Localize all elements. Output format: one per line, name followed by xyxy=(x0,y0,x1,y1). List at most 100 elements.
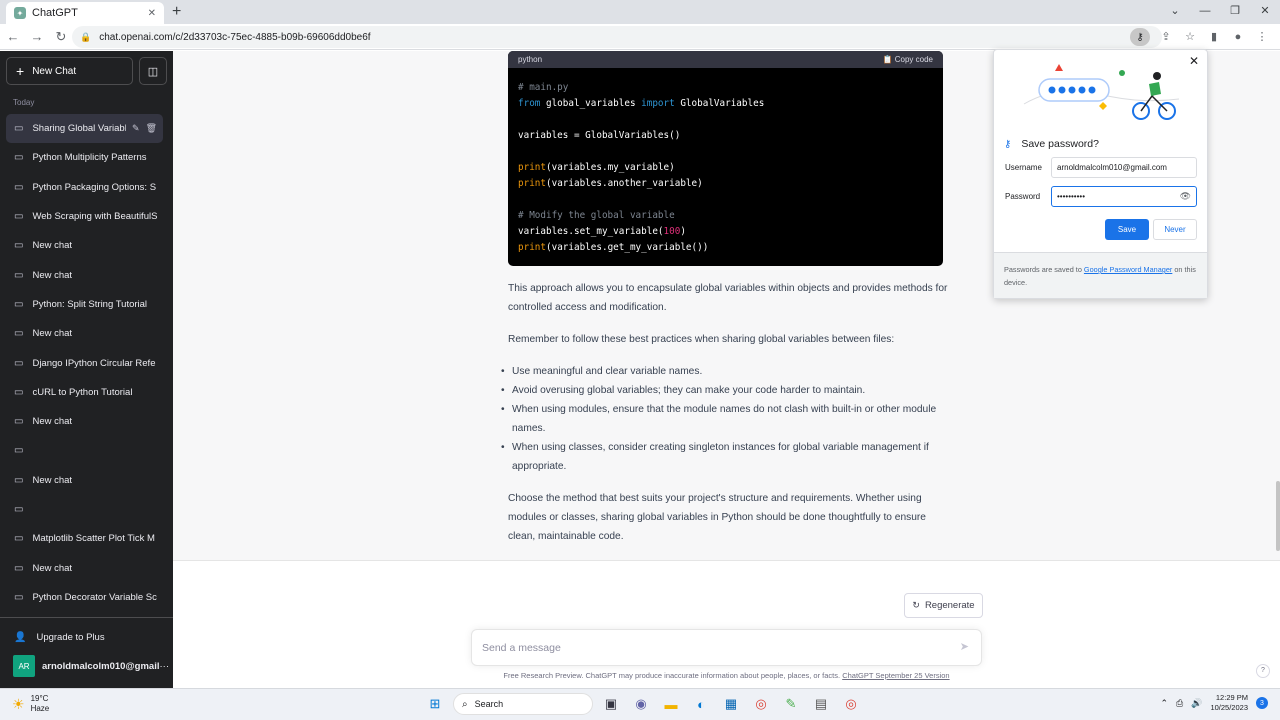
taskbar-search[interactable]: ⌕ Search xyxy=(453,693,593,715)
chat-history-item[interactable]: ▭ Web Scraping with BeautifulS xyxy=(6,202,163,231)
chat-history-item[interactable]: ▭ Python Packaging Options: S xyxy=(6,173,163,202)
network-icon[interactable]: ⎙ xyxy=(1176,698,1183,709)
bookmark-star-icon[interactable]: ☆ xyxy=(1182,27,1198,47)
profile-icon[interactable]: ● xyxy=(1230,27,1246,47)
delete-trash-icon[interactable]: 🗑 xyxy=(146,123,157,134)
close-window-icon[interactable]: ✕ xyxy=(1250,0,1280,24)
search-icon: ⌕ xyxy=(462,698,468,710)
chat-history-label: New chat xyxy=(32,240,73,252)
user-account-button[interactable]: AR arnoldmalcolm010@gmail.com ··· xyxy=(0,651,173,681)
side-panel-icon[interactable]: ▮ xyxy=(1206,27,1222,47)
file-explorer-icon[interactable]: ▬ xyxy=(659,692,683,716)
chrome-active-icon[interactable]: ◎ xyxy=(839,692,863,716)
windows-taskbar: ☀ 19°C Haze ⊞ ⌕ Search ▣ ◉ ▬ ◐ ▦ ◎ ✎ ▤ ◎… xyxy=(0,688,1280,720)
upgrade-to-plus-button[interactable]: 👤 Upgrade to Plus xyxy=(0,623,173,651)
edit-pencil-icon[interactable]: ✎ xyxy=(132,123,140,134)
refresh-icon: ↻ xyxy=(912,600,920,610)
version-link[interactable]: ChatGPT September 25 Version xyxy=(842,671,949,680)
best-practices-list: Use meaningful and clear variable names.… xyxy=(501,362,948,476)
upgrade-label: Upgrade to Plus xyxy=(36,631,105,643)
chat-history-item[interactable]: ▭ New chat xyxy=(6,231,163,260)
chat-history-item[interactable]: ▭ New chat xyxy=(6,407,163,436)
store-icon[interactable]: ▦ xyxy=(719,692,743,716)
regenerate-button[interactable]: ↻ Regenerate xyxy=(904,593,983,618)
send-icon[interactable]: ➤ xyxy=(960,640,969,653)
chat-history-item[interactable]: ▭ New chat xyxy=(6,553,163,582)
address-bar[interactable]: 🔒 chat.openai.com/c/2d33703c-75ec-4885-b… xyxy=(72,26,1162,48)
tab-search-icon[interactable]: ⌄ xyxy=(1160,0,1190,24)
menu-dots-icon[interactable]: ⋮ xyxy=(1254,27,1270,47)
chat-bubble-icon: ▭ xyxy=(14,591,24,603)
minimize-icon[interactable]: — xyxy=(1190,0,1220,24)
save-button[interactable]: Save xyxy=(1105,219,1149,240)
close-icon[interactable]: ✕ xyxy=(1189,54,1199,68)
list-item: When using modules, ensure that the modu… xyxy=(501,400,948,438)
password-manager-link[interactable]: Google Password Manager xyxy=(1084,265,1172,274)
code-token: global_variables xyxy=(540,98,642,109)
clock[interactable]: 12:29 PM 10/25/2023 xyxy=(1210,693,1248,713)
save-password-dialog: ✕ ⚷ Save password? Username arnoldmalcol… xyxy=(993,49,1208,299)
task-view-icon[interactable]: ▣ xyxy=(599,692,623,716)
footer-text: Passwords are saved to xyxy=(1004,265,1084,274)
show-password-eye-icon[interactable]: 👁 xyxy=(1180,191,1191,202)
back-icon[interactable]: ← xyxy=(2,29,24,44)
chat-history-item[interactable]: ▭ xyxy=(6,436,163,465)
scrollbar[interactable] xyxy=(1276,481,1280,551)
edge-browser-icon[interactable]: ◐ xyxy=(689,692,713,716)
chat-history-item[interactable]: ▭ Python Multiplicity Patterns xyxy=(6,143,163,172)
help-button[interactable]: ? xyxy=(1256,664,1270,678)
username-field[interactable]: arnoldmalcolm010@gmail.com xyxy=(1051,157,1197,178)
chat-app-icon[interactable]: ◉ xyxy=(629,692,653,716)
notification-badge[interactable]: 3 xyxy=(1256,697,1268,709)
chat-history-item[interactable]: ▭ Django IPython Circular Refe xyxy=(6,348,163,377)
chat-history-item[interactable]: ▭ cURL to Python Tutorial xyxy=(6,378,163,407)
chat-bubble-icon: ▭ xyxy=(14,562,24,574)
chat-history-item[interactable]: ▭ New chat xyxy=(6,260,163,289)
app-icon[interactable]: ▤ xyxy=(809,692,833,716)
code-token: variables.set_my_variable( xyxy=(518,226,664,237)
lock-icon[interactable]: 🔒 xyxy=(80,32,91,43)
chat-bubble-icon: ▭ xyxy=(14,123,24,135)
message-input[interactable] xyxy=(482,639,942,657)
browser-tab[interactable]: ✦ ChatGPT ✕ xyxy=(6,2,164,24)
chat-history-item[interactable]: ▭ Python Decorator Variable Sc xyxy=(6,583,163,612)
message-composer: ➤ xyxy=(471,629,982,666)
chat-history-item[interactable]: ▭ Sharing Global Variabl ✎ 🗑 xyxy=(6,114,163,144)
password-key-icon[interactable]: ⚷ xyxy=(1130,28,1150,46)
never-button[interactable]: Never xyxy=(1153,219,1197,240)
response-paragraph: Choose the method that best suits your p… xyxy=(508,493,926,542)
chevron-up-icon[interactable]: ⌃ xyxy=(1160,698,1168,709)
chat-history-label: Sharing Global Variabl xyxy=(32,123,127,135)
chat-history-item[interactable]: ▭ Matplotlib Scatter Plot Tick M xyxy=(6,524,163,553)
reload-icon[interactable]: ↻ xyxy=(50,29,72,45)
temperature: 19°C xyxy=(30,694,49,703)
close-tab-icon[interactable]: ✕ xyxy=(148,8,156,19)
volume-icon[interactable]: 🔊 xyxy=(1191,698,1202,709)
clipboard-icon: 📋 xyxy=(882,55,895,64)
new-tab-icon[interactable]: + xyxy=(172,3,181,21)
chat-bubble-icon: ▭ xyxy=(14,504,24,515)
plus-icon: + xyxy=(16,63,25,79)
username: arnoldmalcolm010@gmail.com xyxy=(42,660,160,672)
chat-history-item[interactable]: ▭ New chat xyxy=(6,466,163,495)
more-options-icon[interactable]: ··· xyxy=(160,661,170,672)
notepad-icon[interactable]: ✎ xyxy=(779,692,803,716)
forward-icon[interactable]: → xyxy=(26,29,48,44)
new-chat-button[interactable]: + New Chat xyxy=(6,57,133,85)
windows-start-icon[interactable]: ⊞ xyxy=(423,692,447,716)
chat-history-item[interactable]: ▭ xyxy=(6,495,163,524)
chrome-icon[interactable]: ◎ xyxy=(749,692,773,716)
date: 10/25/2023 xyxy=(1210,703,1248,712)
chat-bubble-icon: ▭ xyxy=(14,416,24,428)
chat-history-item[interactable]: ▭ Python: Split String Tutorial xyxy=(6,290,163,319)
dialog-title-text: Save password? xyxy=(1021,138,1099,150)
weather-widget[interactable]: ☀ 19°C Haze xyxy=(12,694,49,714)
restore-icon[interactable]: ❐ xyxy=(1220,0,1250,24)
share-icon[interactable]: ⇪ xyxy=(1158,27,1174,47)
chat-history-item[interactable]: ▭ New chat xyxy=(6,319,163,348)
sidebar-toggle-button[interactable]: ◫ xyxy=(139,57,167,85)
chat-history-label: Matplotlib Scatter Plot Tick M xyxy=(32,533,155,545)
code-language: python xyxy=(518,55,543,64)
password-field[interactable]: •••••••••• 👁 xyxy=(1051,186,1197,207)
copy-code-button[interactable]: 📋 Copy code xyxy=(883,55,933,64)
